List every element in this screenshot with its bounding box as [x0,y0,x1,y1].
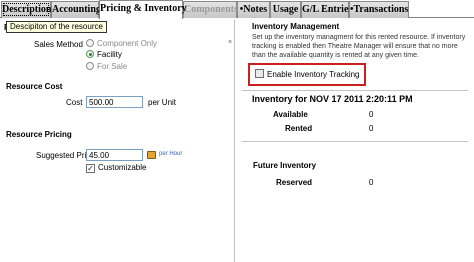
tab-transactions[interactable]: •Transactions [349,1,409,18]
calendar-icon[interactable] [147,151,156,159]
tab-accounting[interactable]: Accounting [51,1,101,18]
separator [242,141,468,142]
radio-for-sale-label: For Sale [97,62,128,71]
radio-circle-icon [86,39,94,47]
radio-facility-label: Facility [97,50,122,59]
reserved-value: 0 [369,178,374,187]
customizable-checkbox[interactable]: ✓ Customizable [86,163,146,173]
available-label: Available [273,110,308,119]
inventory-info-text: Set up the inventory managment for this … [252,34,466,59]
rented-value: 0 [369,124,374,133]
close-icon[interactable]: × [228,39,234,46]
per-hour-label: per Hour [159,151,183,157]
inventory-management-title: Inventory Management [252,22,340,31]
reserved-label: Reserved [276,178,313,187]
radio-component-only: Component Only [86,39,157,48]
description-tooltip: Descipiton of the resource [6,21,107,33]
radio-facility[interactable]: Facility [86,50,122,59]
enable-inventory-tracking-checkbox[interactable]: Enable Inventory Tracking [255,69,360,81]
rented-label: Rented [285,124,313,133]
cost-unit-label: per Unit [148,98,177,107]
cost-label: Cost [66,98,83,107]
radio-for-sale: For Sale [86,62,127,71]
tab-notes[interactable]: •Notes [237,1,270,18]
available-value: 0 [369,110,374,119]
tab-components: Components [183,1,238,18]
separator [242,90,468,91]
radio-circle-icon [86,62,94,70]
tab-pricing-inventory[interactable]: Pricing & Inventory [99,0,187,19]
enable-inventory-tracking-label: Enable Inventory Tracking [267,70,360,79]
radio-selected-icon [86,50,94,58]
panel-divider [234,20,235,262]
cost-input[interactable] [86,96,143,108]
checkbox-icon [255,69,264,78]
tab-usage[interactable]: Usage [270,1,301,18]
future-inventory-title: Future Inventory [253,161,317,170]
suggested-price-input[interactable] [86,149,143,161]
customizable-label: Customizable [98,163,147,172]
tab-bar: Description Accounting Pricing & Invento… [0,0,474,19]
resource-cost-title: Resource Cost [6,82,63,91]
resource-pricing-title: Resource Pricing [6,130,72,139]
tab-description[interactable]: Description [1,1,51,18]
inventory-for-title: Inventory for NOV 17 2011 2:20:11 PM [252,94,413,104]
radio-component-only-label: Component Only [97,39,158,48]
checkmark-icon: ✓ [86,164,95,173]
sales-method-label: Sales Method [34,40,83,49]
tab-gl-entries[interactable]: G/L Entries [301,1,352,18]
